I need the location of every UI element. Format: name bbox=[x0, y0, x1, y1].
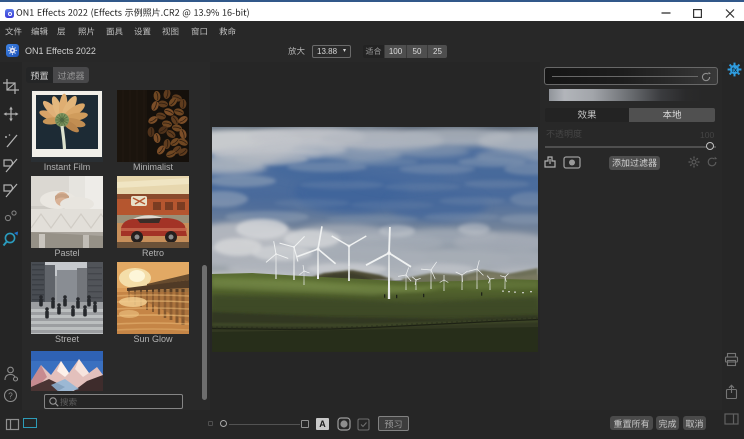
svg-text:fx: fx bbox=[732, 68, 738, 74]
svg-text:?: ? bbox=[8, 392, 13, 401]
